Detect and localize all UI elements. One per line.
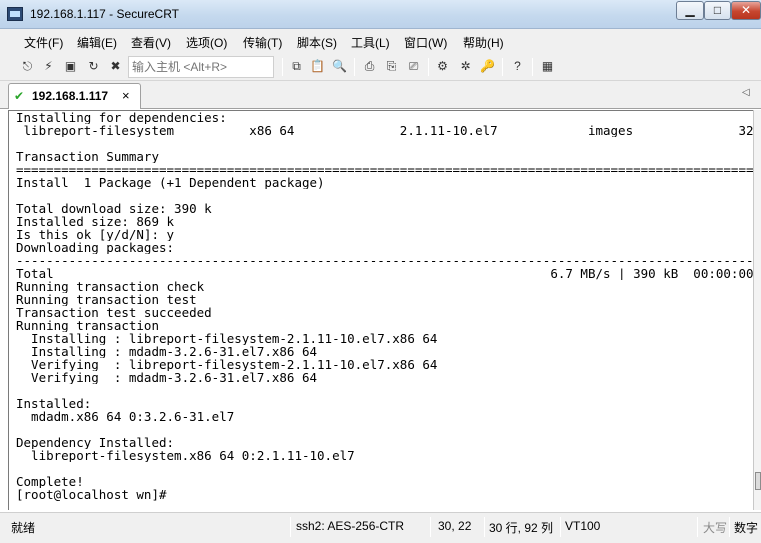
minimize-button[interactable]: ▁	[676, 1, 704, 20]
terminal-line: [root@localhost wn]#	[16, 488, 167, 501]
toolbar: ⎋ ⚡ ▣ ↻ ✖ ⧉ 📋 🔍 ⎙ ⎘ ⎚ ⚙ ✲ 🔑 ? ▦	[0, 53, 761, 81]
status-separator	[560, 517, 561, 537]
terminal-line: Total 6.7 MB/s | 390 kB 00:00:00	[16, 267, 753, 280]
terminal-line: Running transaction	[16, 319, 159, 332]
terminal-line: Transaction Summary	[16, 150, 159, 163]
menu-tools[interactable]: 工具(L)	[351, 34, 390, 51]
status-cursor-position: 30, 22	[438, 519, 472, 533]
terminal-line: Complete!	[16, 475, 84, 488]
toolbar-separator	[532, 58, 533, 76]
print-icon[interactable]: ⎙	[361, 58, 378, 75]
session-options-icon[interactable]: ⚙	[434, 58, 451, 75]
tab-close-icon[interactable]: ×	[122, 88, 130, 103]
menu-window[interactable]: 窗口(W)	[404, 34, 447, 51]
terminal-line: libreport-filesystem x86_64 2.1.11-10.el…	[16, 124, 753, 137]
connect-tab-icon[interactable]: ▣	[62, 58, 79, 75]
tab-scroll-left-icon[interactable]: ◁	[742, 87, 750, 98]
status-ready: 就绪	[11, 521, 36, 535]
title-bar: 192.168.1.117 - SecureCRT ▁ □ ✕	[0, 0, 761, 29]
securecrt-app-icon[interactable]	[7, 7, 23, 21]
terminal-line: ========================================…	[16, 163, 753, 176]
menu-options[interactable]: 选项(O)	[186, 34, 227, 51]
status-caps-lock: 大写	[703, 521, 728, 535]
menu-transfer[interactable]: 传输(T)	[243, 34, 282, 51]
keymap-icon[interactable]: 🔑	[479, 58, 496, 75]
status-emulation: VT100	[565, 519, 601, 533]
terminal-line: Downloading packages:	[16, 241, 175, 254]
sftp-icon[interactable]: ▦	[539, 58, 556, 75]
terminal-line: Installing for dependencies:	[16, 111, 227, 124]
menu-help[interactable]: 帮助(H)	[463, 34, 504, 51]
copy-icon[interactable]: ⧉	[288, 58, 305, 75]
toolbar-separator	[282, 58, 283, 76]
terminal-line: Running transaction check	[16, 280, 205, 293]
status-separator	[697, 517, 698, 537]
terminal-line: Installing : libreport-filesystem-2.1.11…	[16, 332, 753, 345]
terminal-line: ----------------------------------------…	[16, 254, 753, 267]
toolbar-separator	[354, 58, 355, 76]
terminal-line: Transaction test succeeded	[16, 306, 212, 319]
reconnect-icon[interactable]: ↻	[85, 58, 102, 75]
connected-check-icon: ✔	[14, 89, 25, 103]
status-num-lock: 数字	[734, 521, 759, 535]
maximize-button[interactable]: □	[704, 1, 731, 20]
disconnect-icon[interactable]: ✖	[107, 58, 124, 75]
terminal-line: Verifying : mdadm-3.2.6-31.el7.x86_64 2/…	[16, 371, 753, 384]
window-title: 192.168.1.117 - SecureCRT	[30, 7, 179, 21]
help-icon[interactable]: ?	[509, 58, 526, 75]
global-options-icon[interactable]: ✲	[457, 58, 474, 75]
tab-label: 192.168.1.117	[32, 89, 109, 103]
status-separator	[484, 517, 485, 537]
menu-script[interactable]: 脚本(S)	[297, 34, 337, 51]
host-input[interactable]	[128, 56, 274, 78]
menu-bar: 文件(F) 编辑(E) 查看(V) 选项(O) 传输(T) 脚本(S) 工具(L…	[0, 29, 761, 53]
terminal-line: mdadm.x86_64 0:3.2.6-31.el7	[16, 410, 235, 423]
status-terminal-size: 30 行, 92 列	[489, 521, 554, 535]
status-separator	[729, 517, 730, 537]
terminal-line: Installed:	[16, 397, 92, 410]
terminal-line: Is this ok [y/d/N]: y	[16, 228, 175, 241]
toolbar-separator	[502, 58, 503, 76]
menu-edit[interactable]: 编辑(E)	[77, 34, 117, 51]
tab-session[interactable]: ✔ 192.168.1.117 ×	[8, 83, 141, 109]
status-separator	[290, 517, 291, 537]
status-separator	[430, 517, 431, 537]
session-tab-bar: ✔ 192.168.1.117 × ◁	[0, 81, 761, 109]
quick-connect-icon[interactable]: ⚡	[40, 58, 57, 75]
paste-icon[interactable]: 📋	[309, 58, 326, 75]
print-screen-icon[interactable]: ⎘	[383, 58, 400, 75]
print-setup-icon[interactable]: ⎚	[405, 58, 422, 75]
terminal-line: libreport-filesystem.x86_64 0:2.1.11-10.…	[16, 449, 355, 462]
close-button[interactable]: ✕	[731, 1, 761, 20]
status-bar: 就绪 ssh2: AES-256-CTR 30, 22 30 行, 92 列 V…	[0, 512, 761, 543]
terminal-screen[interactable]: Installing for dependencies: libreport-f…	[8, 110, 753, 510]
connect-icon[interactable]: ⎋	[19, 58, 36, 75]
menu-view[interactable]: 查看(V)	[131, 34, 171, 51]
terminal-line: Total download size: 390 k	[16, 202, 212, 215]
toolbar-separator	[428, 58, 429, 76]
vertical-scrollbar[interactable]	[753, 110, 761, 510]
terminal-line: Dependency Installed:	[16, 436, 175, 449]
terminal-line: Verifying : libreport-filesystem-2.1.11-…	[16, 358, 753, 371]
find-icon[interactable]: 🔍	[331, 58, 348, 75]
terminal-line: Installing : mdadm-3.2.6-31.el7.x86_64 2…	[16, 345, 753, 358]
status-cipher: ssh2: AES-256-CTR	[296, 519, 405, 533]
terminal-line: Install 1 Package (+1 Dependent package)	[16, 176, 325, 189]
scrollbar-thumb[interactable]	[755, 472, 761, 490]
menu-file[interactable]: 文件(F)	[24, 34, 63, 51]
terminal-output: Installing for dependencies: libreport-f…	[16, 111, 753, 501]
terminal-line: Installed size: 869 k	[16, 215, 175, 228]
terminal-line: Running transaction test	[16, 293, 197, 306]
